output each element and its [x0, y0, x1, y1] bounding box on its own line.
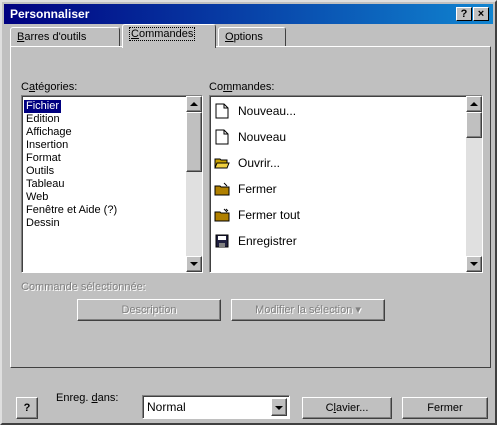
new-document-icon	[214, 103, 230, 119]
scroll-down-button[interactable]	[186, 256, 202, 272]
scroll-thumb[interactable]	[466, 112, 482, 138]
command-item[interactable]: Fermer	[214, 178, 277, 200]
command-item[interactable]: Enregistrer	[214, 230, 297, 252]
customize-dialog: Personnaliser ? × Barres d'outils Comman…	[0, 0, 497, 425]
description-button[interactable]: Description	[77, 299, 221, 321]
category-item[interactable]: Format	[24, 152, 63, 165]
arrow-up-icon	[470, 102, 478, 106]
category-item[interactable]: Dessin	[24, 217, 62, 230]
close-file-icon	[214, 181, 230, 197]
help-button[interactable]: ?	[16, 397, 38, 419]
save-in-select[interactable]: Normal	[142, 395, 290, 419]
chevron-down-icon	[275, 406, 283, 410]
tab-toolbars[interactable]: Barres d'outils	[10, 27, 120, 47]
category-item[interactable]: Outils	[24, 165, 56, 178]
command-item[interactable]: Ouvrir...	[214, 152, 280, 174]
categories-label: Catégories:	[21, 81, 78, 93]
categories-scrollbar[interactable]	[186, 96, 202, 272]
category-item[interactable]: Fichier	[24, 100, 62, 113]
command-item[interactable]: Fermer tout	[214, 204, 300, 226]
modify-selection-button[interactable]: Modifier la sélection ▾	[231, 299, 385, 321]
close-button[interactable]: Fermer	[402, 397, 488, 419]
tab-commands[interactable]: Commandes	[122, 24, 216, 48]
tab-options[interactable]: Options	[218, 27, 286, 47]
save-disk-icon	[214, 233, 230, 249]
scroll-down-button[interactable]	[466, 256, 482, 272]
category-item[interactable]: Edition	[24, 113, 62, 126]
command-item[interactable]: Nouveau	[214, 126, 286, 148]
new-document-icon	[214, 129, 230, 145]
dropdown-button[interactable]	[271, 398, 287, 416]
category-item[interactable]: Insertion	[24, 139, 70, 152]
scroll-thumb[interactable]	[186, 112, 202, 172]
close-all-icon	[214, 207, 230, 223]
category-item[interactable]: Web	[24, 191, 50, 204]
scroll-up-button[interactable]	[186, 96, 202, 112]
category-item[interactable]: Fenêtre et Aide (?)	[24, 204, 119, 217]
command-item[interactable]: Nouveau...	[214, 100, 296, 122]
help-title-button[interactable]: ?	[456, 7, 472, 21]
commands-scrollbar[interactable]	[466, 96, 482, 272]
commands-list[interactable]: Nouveau... Nouveau Ouvrir... Fermer Ferm…	[209, 95, 483, 273]
scroll-up-button[interactable]	[466, 96, 482, 112]
title-bar[interactable]: Personnaliser ? ×	[4, 4, 493, 24]
categories-list[interactable]: Fichier Edition Affichage Insertion Form…	[21, 95, 203, 273]
save-in-value: Normal	[147, 400, 186, 414]
category-item[interactable]: Tableau	[24, 178, 67, 191]
arrow-up-icon	[190, 102, 198, 106]
save-in-label: Enreg. dans:	[56, 392, 119, 404]
commands-label: Commandes:	[209, 81, 275, 93]
arrow-down-icon	[190, 262, 198, 266]
open-folder-icon	[214, 155, 230, 171]
dialog-title: Personnaliser	[10, 7, 90, 21]
category-item[interactable]: Affichage	[24, 126, 74, 139]
keyboard-button[interactable]: Clavier...	[302, 397, 392, 419]
close-title-button[interactable]: ×	[473, 7, 489, 21]
selected-command-label: Commande sélectionnée:	[21, 281, 146, 293]
arrow-down-icon	[470, 262, 478, 266]
tab-panel: Catégories: Commandes: Fichier Edition A…	[10, 46, 491, 368]
